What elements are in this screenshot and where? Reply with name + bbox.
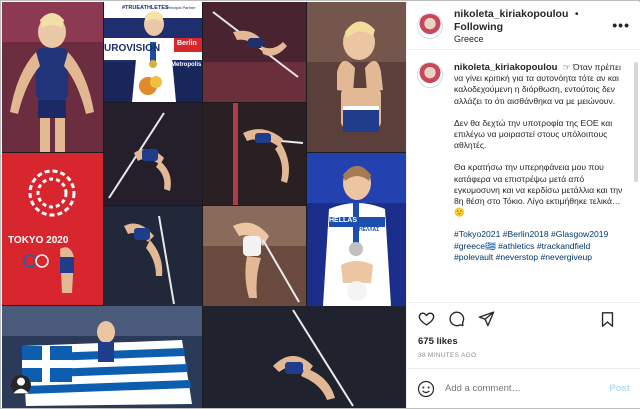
photo-greek-flag: [2, 306, 202, 408]
photo-medal-ceremony: #TRUEATHLETES Principal Partner UROVISIO…: [104, 2, 202, 102]
caption-paragraph-2: Δεν θα δεχτώ την υποτροφία της ΕΟΕ και ε…: [454, 117, 613, 151]
post-image-collage[interactable]: #TRUEATHLETES Principal Partner UROVISIO…: [2, 2, 406, 408]
photo-pole-jump-1: [203, 2, 306, 102]
username-link[interactable]: nikoleta_kiriakopoulou: [454, 8, 568, 20]
caption-paragraph-3: Θα κρατήσω την υπερηφάνεια μου που κατάφ…: [454, 162, 623, 218]
separator-dot: •: [574, 7, 579, 20]
share-send-icon[interactable]: [477, 310, 495, 328]
post-actions: [407, 302, 640, 334]
photo-pole-jump-3: [203, 103, 306, 205]
emoji-icon[interactable]: [417, 380, 435, 398]
instagram-post-window: #TRUEATHLETES Principal Partner UROVISIO…: [0, 0, 640, 409]
like-heart-icon[interactable]: [417, 310, 435, 328]
photo-celebration: [307, 2, 406, 152]
tagged-users-icon[interactable]: [11, 375, 31, 395]
banner-eurovision: UROVISION: [104, 43, 161, 54]
photo-pole-jump-2: [104, 103, 202, 205]
location-link[interactable]: Greece: [454, 33, 630, 45]
banner-trueathletes: #TRUEATHLETES: [122, 5, 169, 11]
avatar[interactable]: [417, 12, 443, 39]
more-options-icon[interactable]: •••: [612, 17, 630, 33]
photo-athlete-flexing: [2, 2, 103, 152]
comment-bubble-icon[interactable]: [447, 310, 465, 328]
post-header: nikoleta_kiriakopoulou • Following Greec…: [407, 2, 640, 50]
photo-pole-jump-4: [104, 206, 202, 306]
banner-partner: Principal Partner: [166, 5, 196, 10]
tokyo-2020-text: TOKYO 2020: [8, 235, 69, 246]
caption-username[interactable]: nikoleta_kiriakopoulou: [454, 62, 557, 73]
photo-hellas-medal: HELLAS HEΛΛΑΣ: [307, 153, 406, 306]
banner-metropolis: s Metropolis: [166, 62, 202, 68]
comment-box: Post: [407, 368, 640, 408]
hellas-text: HELLAS: [329, 217, 357, 224]
save-bookmark-icon[interactable]: [598, 310, 616, 328]
post-comment-button[interactable]: Post: [609, 383, 630, 394]
post-caption: nikoleta_kiriakopoulou ☞ Όταν πρέπει να …: [417, 60, 636, 300]
photo-pole-jump-6: [203, 306, 406, 408]
photo-pole-jump-5: [203, 206, 306, 306]
banner-berlin: Berlin: [177, 40, 197, 47]
photo-tokyo-2020: TOKYO 2020: [2, 153, 103, 305]
following-button[interactable]: Following: [454, 21, 503, 33]
likes-count[interactable]: 675 likes: [418, 336, 458, 347]
caption-hashtags[interactable]: #Tokyo2021 #Berlin2018 #Glasgow2019 #gre…: [454, 229, 630, 263]
hellas-greek-text: HEΛΛΑΣ: [359, 227, 380, 233]
comment-input[interactable]: [445, 383, 610, 394]
caption-scrollbar[interactable]: [634, 62, 638, 182]
caption-avatar[interactable]: [417, 62, 443, 88]
post-details-panel: nikoleta_kiriakopoulou • Following Greec…: [406, 2, 640, 408]
post-timestamp[interactable]: 38 MINUTES AGO: [418, 352, 476, 359]
